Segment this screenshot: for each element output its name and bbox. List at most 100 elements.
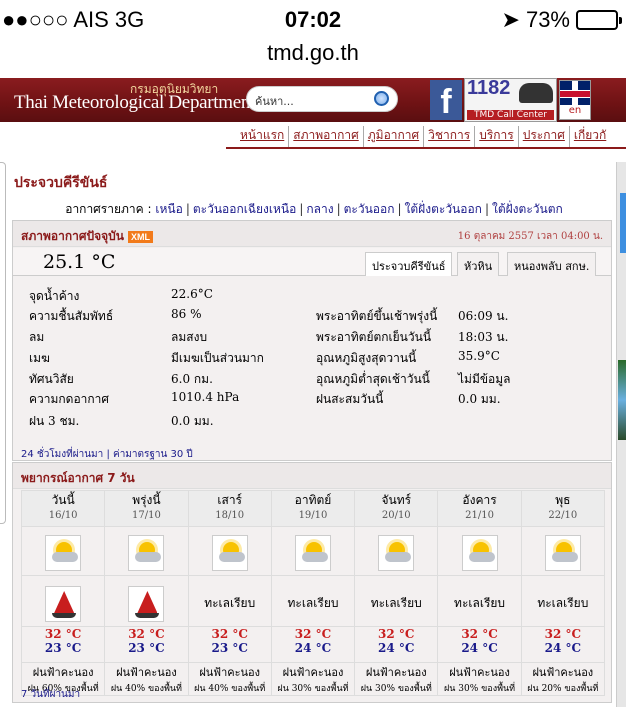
dewpoint-value: 22.6°C — [171, 287, 213, 301]
visibility-value: 6.0 กม. — [171, 372, 213, 386]
link-30yr-normals[interactable]: ค่ามาตรฐาน 30 ปี — [113, 449, 193, 460]
forecast-day-name: จันทร์ — [381, 493, 412, 507]
site-logo-text[interactable]: Thai Meteorological Department — [14, 92, 255, 114]
forecast-title: พยากรณ์อากาศ 7 วัน — [21, 471, 135, 485]
forecast-desc-cell: ฝนฟ้าคะนองฝน 30% ของพื้นที่ — [354, 662, 439, 696]
forecast-max-temp: 32 °C — [378, 627, 415, 641]
rain-today-label: ฝนสะสมวันนี้ — [316, 392, 384, 406]
forecast-date: 22/10 — [548, 510, 578, 521]
sea-condition: ทะเลเรียบ — [454, 596, 506, 610]
forecast-sea-cell: ทะเลเรียบ — [187, 575, 272, 627]
humidity-label: ความชื้นสัมพัทธ์ — [29, 309, 114, 323]
region-northeast[interactable]: ตะวันออกเฉียงเหนือ — [193, 202, 296, 216]
forecast-temp-cell: 32 °C 24 °C — [520, 626, 606, 663]
nav-climate[interactable]: ภูมิอากาศ — [362, 126, 423, 148]
forecast-condition: ฝนฟ้าคะนอง — [365, 666, 427, 679]
forecast-min-temp: 24 °C — [461, 641, 498, 655]
forecast-rain-chance: ฝน 30% ของพื้นที่ — [443, 684, 516, 694]
partly-cloudy-icon — [378, 535, 415, 571]
url-bar[interactable]: tmd.go.th — [0, 40, 626, 74]
nav-about[interactable]: เกี่ยวกั — [568, 126, 610, 148]
current-weather-header: สภาพอากาศปัจจุบัน XML 16 ตุลาคม 2557 เวลา… — [13, 221, 611, 247]
partly-cloudy-icon — [294, 535, 331, 571]
phone-icon — [519, 83, 553, 103]
forecast-temp-cell: 32 °C 24 °C — [270, 626, 356, 663]
rain3h-value: 0.0 มม. — [171, 414, 214, 428]
language-switch[interactable]: en — [559, 80, 591, 120]
page-title: ประจวบคีรีขันธ์ — [14, 175, 108, 191]
dewpoint-label: จุดน้ำค้าง — [29, 289, 80, 303]
forecast-max-temp: 32 °C — [44, 627, 82, 641]
forecast-sea-cell: ทะเลเรียบ — [270, 575, 356, 627]
side-banner[interactable] — [620, 193, 626, 253]
uk-flag-icon — [560, 81, 590, 105]
forecast-icon-cell — [437, 526, 522, 576]
observation-datetime: 16 ตุลาคม 2557 เวลา 04:00 น. — [457, 231, 603, 242]
forecast-rain-chance: ฝน 40% ของพื้นที่ — [110, 684, 182, 694]
region-south-east[interactable]: ใต้ฝั่งตะวันออก — [405, 202, 482, 216]
min-today-value: ไม่มีข้อมูล — [458, 372, 511, 386]
nav-weather[interactable]: สภาพอากาศ — [288, 126, 362, 148]
forecast-day-cell: พุธ 22/10 — [520, 490, 606, 527]
forecast-icon-cell — [187, 526, 272, 576]
search-input[interactable]: ค้นหา... — [246, 86, 398, 112]
forecast-day-cell: อาทิตย์ 19/10 — [270, 490, 356, 527]
forecast-desc-cell: ฝนฟ้าคะนองฝน 30% ของพื้นที่ — [437, 662, 522, 696]
facebook-icon[interactable]: f — [430, 80, 462, 121]
forecast-sea-cell — [104, 575, 189, 627]
forecast-icon-cell — [270, 526, 356, 576]
pressure-value: 1010.4 hPa — [171, 390, 240, 404]
forecast-min-temp: 23 °C — [128, 641, 165, 655]
forecast-table: วันนี้ 16/10 พรุ่งนี้ 17/10 เสาร์ 18/10 อาทิตย… — [20, 490, 606, 696]
forecast-rain-chance: ฝน 30% ของพื้นที่ — [277, 684, 349, 694]
tab-nongphlap[interactable]: หนองพลับ สกษ. — [507, 252, 597, 276]
link-24h[interactable]: 24 ชั่วโมงที่ผ่านมา — [21, 449, 103, 460]
forecast-rain-chance: ฝน 30% ของพื้นที่ — [360, 684, 432, 694]
forecast-condition: ฝนฟ้าคะนอง — [199, 666, 261, 679]
side-image[interactable] — [618, 360, 626, 440]
forecast-temp-cell: 32 °C 23 °C — [104, 626, 189, 663]
tab-prachuap[interactable]: ประจวบคีรีขันธ์ — [365, 252, 453, 276]
forecast-icon-cell — [354, 526, 439, 576]
nav-divider — [226, 147, 626, 149]
sunset-value: 18:03 น. — [458, 330, 509, 344]
forecast-min-temp: 24 °C — [294, 641, 332, 655]
region-north[interactable]: เหนือ — [155, 202, 182, 216]
forecast-max-temp: 32 °C — [544, 627, 582, 641]
forecast-temp-cell: 32 °C 23 °C — [187, 626, 272, 663]
forecast-temp-cell: 32 °C 23 °C — [20, 626, 106, 663]
xml-badge[interactable]: XML — [127, 231, 153, 243]
forecast-condition: ฝนฟ้าคะนอง — [449, 666, 510, 679]
region-south-west[interactable]: ใต้ฝั่งตะวันตก — [492, 202, 563, 216]
nav-services[interactable]: บริการ — [474, 126, 518, 148]
forecast-temp-cell: 32 °C 24 °C — [354, 626, 439, 663]
forecast-max-temp: 32 °C — [461, 627, 498, 641]
region-central[interactable]: กลาง — [306, 202, 333, 216]
sunrise-value: 06:09 น. — [458, 309, 509, 323]
tab-huahin[interactable]: หัวหิน — [457, 252, 500, 276]
forecast-sea-cell — [20, 575, 106, 627]
forecast-date: 19/10 — [298, 510, 328, 521]
main-nav: หน้าแรก สภาพอากาศ ภูมิอากาศ วิชาการ บริก… — [236, 126, 626, 148]
search-icon[interactable] — [374, 91, 389, 106]
call-center-button[interactable]: 1182 TMD Call Center — [464, 77, 557, 122]
search-placeholder: ค้นหา... — [255, 95, 294, 108]
forecast-day-name: อังคาร — [462, 493, 497, 507]
battery-icon — [576, 10, 622, 30]
sunset-label: พระอาทิตย์ตกเย็นวันนี้ — [316, 330, 432, 344]
language-label: en — [568, 105, 582, 116]
current-weather-title: สภาพอากาศปัจจุบัน XML — [21, 227, 153, 246]
region-east[interactable]: ตะวันออก — [344, 202, 395, 216]
nav-home[interactable]: หน้าแรก — [236, 126, 288, 148]
battery-percent: 73% — [525, 7, 570, 32]
max-yesterday-value: 35.9°C — [458, 349, 500, 363]
forecast-day-cell: อังคาร 21/10 — [437, 490, 522, 527]
partly-cloudy-icon — [128, 535, 165, 571]
forecast-desc-cell: ฝนฟ้าคะนอง ฝน 40% ของพื้นที่ — [104, 662, 189, 696]
past-7-days-link[interactable]: 7 วันที่ผ่านมา — [21, 687, 80, 702]
nav-academic[interactable]: วิชาการ — [423, 126, 474, 148]
nav-announcements[interactable]: ประกาศ — [517, 126, 569, 148]
forecast-condition: ฝนฟ้าคะนอง — [532, 666, 594, 679]
status-bar: ●●○○○ AIS 3G 07:02 ➤ 73% — [0, 0, 626, 40]
forecast-rain-chance: ฝน 40% ของพื้นที่ — [194, 684, 266, 694]
